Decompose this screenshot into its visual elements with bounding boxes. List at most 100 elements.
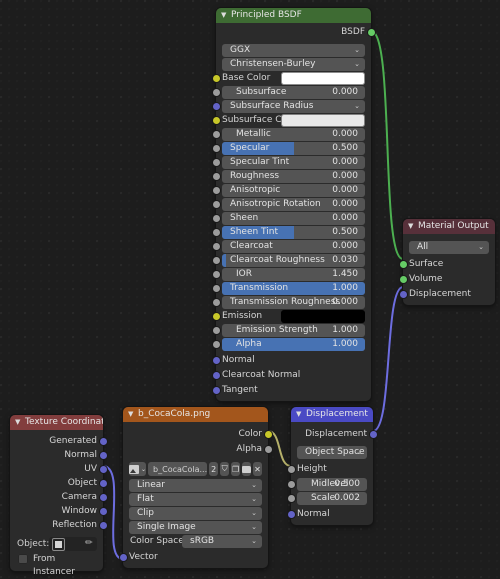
socket-clearcoat-normal[interactable] xyxy=(212,372,220,379)
input-row-anisotropic-rotation[interactable]: Anisotropic Rotation 0.000 xyxy=(212,198,365,211)
socket-anisotropic[interactable] xyxy=(212,187,220,194)
input-row-height[interactable]: Height xyxy=(287,463,367,476)
socket-uv[interactable] xyxy=(99,466,107,473)
input-row-subsurface[interactable]: Subsurface 0.000 xyxy=(212,86,365,99)
from-instancer-row[interactable]: From Instancer xyxy=(16,553,97,577)
node-displacement[interactable]: ▼ Displacement Displacement Object Space… xyxy=(287,407,377,525)
socket-transmission[interactable] xyxy=(212,285,220,292)
output-row-camera[interactable]: Camera xyxy=(16,491,107,504)
socket-tangent[interactable] xyxy=(212,387,220,394)
input-row-specular-tint[interactable]: Specular Tint 0.000 xyxy=(212,156,365,169)
socket-scale[interactable] xyxy=(287,495,295,502)
socket-sheen[interactable] xyxy=(212,215,220,222)
socket-specular-tint[interactable] xyxy=(212,159,220,166)
input-row-volume[interactable]: Volume xyxy=(399,273,489,286)
input-row-normal[interactable]: Normal xyxy=(212,354,365,367)
input-row-vector[interactable]: Vector xyxy=(119,551,262,564)
input-row-subsurface-color[interactable]: Subsurface Color xyxy=(212,114,365,127)
output-row-reflection[interactable]: Reflection xyxy=(16,519,107,532)
output-row-generated[interactable]: Generated xyxy=(16,435,107,448)
node-header-image-texture[interactable]: ▼ b_CocaCola.png xyxy=(123,407,268,422)
input-row-alpha[interactable]: Alpha 1.000 xyxy=(212,338,365,351)
socket-alpha[interactable] xyxy=(212,341,220,348)
color-swatch-emission[interactable] xyxy=(281,310,365,323)
output-row-alpha[interactable]: Alpha xyxy=(129,443,272,456)
from-instancer-checkbox[interactable] xyxy=(18,554,28,564)
image-datablock-toolbar[interactable]: ⌄ b_CocaCola... 2 ⛉ ❐ ✕ xyxy=(129,462,262,476)
socket-normal[interactable] xyxy=(287,511,295,518)
input-row-tangent[interactable]: Tangent xyxy=(212,384,365,397)
fake-user-icon[interactable]: ⛉ xyxy=(220,462,230,476)
output-row-uv[interactable]: UV xyxy=(16,463,107,476)
socket-window[interactable] xyxy=(99,508,107,515)
dropdown-target[interactable]: All ⌄ xyxy=(409,241,489,254)
eyedropper-icon[interactable]: ✎ xyxy=(84,537,96,549)
chevron-down-icon[interactable]: ▼ xyxy=(128,407,133,422)
output-socket-row-bsdf[interactable]: BSDF xyxy=(222,26,375,39)
image-datablock-icon[interactable]: ⌄ xyxy=(129,462,147,476)
dropdown-subsurface-method[interactable]: Christensen-Burley ⌄ xyxy=(222,58,365,71)
input-row-midlevel[interactable]: Midlevel 0.500 xyxy=(287,478,367,491)
input-row-clearcoat[interactable]: Clearcoat 0.000 xyxy=(212,240,365,253)
socket-bsdf-output[interactable] xyxy=(367,29,375,36)
socket-alpha[interactable] xyxy=(264,446,272,453)
input-row-ior[interactable]: IOR 1.450 xyxy=(212,268,365,281)
input-row-sheen[interactable]: Sheen 0.000 xyxy=(212,212,365,225)
node-header-texture-coordinate[interactable]: ▼ Texture Coordinate xyxy=(10,415,103,430)
socket-sheen-tint[interactable] xyxy=(212,229,220,236)
socket-transmission-roughness[interactable] xyxy=(212,299,220,306)
dropdown-color-space[interactable]: sRGB ⌄ xyxy=(182,535,262,548)
image-name-field[interactable]: b_CocaCola... xyxy=(148,462,208,476)
output-row-window[interactable]: Window xyxy=(16,505,107,518)
socket-volume[interactable] xyxy=(399,276,407,283)
socket-metallic[interactable] xyxy=(212,131,220,138)
socket-camera[interactable] xyxy=(99,494,107,501)
socket-base-color[interactable] xyxy=(212,75,220,82)
socket-height[interactable] xyxy=(287,466,295,473)
dropdown-projection[interactable]: Flat ⌄ xyxy=(129,493,262,506)
socket-vector[interactable] xyxy=(119,554,127,561)
input-row-normal[interactable]: Normal xyxy=(287,508,367,521)
socket-displacement[interactable] xyxy=(399,291,407,298)
dropdown-extension[interactable]: Clip ⌄ xyxy=(129,507,262,520)
input-row-scale[interactable]: Scale 0.002 xyxy=(287,492,367,505)
socket-emission-strength[interactable] xyxy=(212,327,220,334)
socket-displacement-output[interactable] xyxy=(369,431,377,438)
socket-object[interactable] xyxy=(99,480,107,487)
output-row-displacement[interactable]: Displacement xyxy=(297,428,377,441)
socket-roughness[interactable] xyxy=(212,173,220,180)
input-row-clearcoat-normal[interactable]: Clearcoat Normal xyxy=(212,369,365,382)
input-row-emission-strength[interactable]: Emission Strength 1.000 xyxy=(212,324,365,337)
chevron-down-icon[interactable]: ▼ xyxy=(408,219,413,234)
input-row-displacement[interactable]: Displacement xyxy=(399,288,489,301)
chevron-down-icon[interactable]: ▼ xyxy=(221,8,226,23)
chevron-down-icon[interactable]: ▼ xyxy=(15,415,20,430)
dropdown-space[interactable]: Object Space ⌄ xyxy=(297,446,367,459)
socket-ior[interactable] xyxy=(212,271,220,278)
socket-clearcoat-roughness[interactable] xyxy=(212,257,220,264)
socket-emission[interactable] xyxy=(212,313,220,320)
input-row-transmission-roughness[interactable]: Transmission Roughness 0.000 xyxy=(212,296,365,309)
socket-surface[interactable] xyxy=(399,261,407,268)
node-header-displacement[interactable]: ▼ Displacement xyxy=(291,407,373,422)
dropdown-source[interactable]: Single Image ⌄ xyxy=(129,521,262,534)
dropdown-interpolation[interactable]: Linear ⌄ xyxy=(129,479,262,492)
image-users-count[interactable]: 2 xyxy=(209,462,219,476)
input-row-sheen-tint[interactable]: Sheen Tint 0.500 xyxy=(212,226,365,239)
socket-generated[interactable] xyxy=(99,438,107,445)
dropdown-distribution[interactable]: GGX ⌄ xyxy=(222,44,365,57)
node-texture-coordinate[interactable]: ▼ Texture Coordinate Generated Normal UV… xyxy=(10,415,107,577)
output-row-object[interactable]: Object xyxy=(16,477,107,490)
socket-midlevel[interactable] xyxy=(287,481,295,488)
input-row-emission[interactable]: Emission xyxy=(212,310,365,323)
node-principled-bsdf[interactable]: ▼ Principled BSDF BSDF GGX ⌄ Christensen… xyxy=(212,8,375,401)
socket-anisotropic-rotation[interactable] xyxy=(212,201,220,208)
socket-subsurface[interactable] xyxy=(212,89,220,96)
chevron-down-icon[interactable]: ▼ xyxy=(296,407,301,422)
new-copy-icon[interactable]: ❐ xyxy=(231,462,241,476)
input-row-transmission[interactable]: Transmission 1.000 xyxy=(212,282,365,295)
input-row-clearcoat-roughness[interactable]: Clearcoat Roughness 0.030 xyxy=(212,254,365,267)
socket-normal[interactable] xyxy=(212,357,220,364)
node-header-material-output[interactable]: ▼ Material Output xyxy=(403,219,495,234)
input-row-specular[interactable]: Specular 0.500 xyxy=(212,142,365,155)
